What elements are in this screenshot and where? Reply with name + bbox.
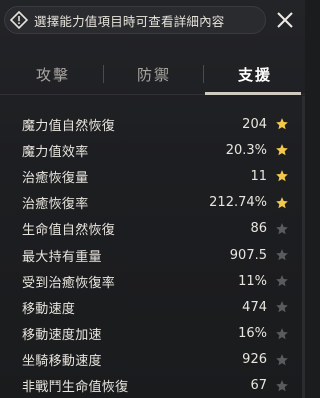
stat-label: 移動速度 [22,301,76,317]
favorite-star-icon[interactable] [274,142,290,158]
tab-bar: 攻擊 防禦 支援 [0,58,305,90]
favorite-star-icon[interactable] [274,378,290,394]
stat-list: 魔力值自然恢復 204 魔力值效率 20.3% 治癒恢復量 11 治癒恢復率 212.74% 生… [0,111,305,398]
stat-row[interactable]: 治癒恢復率 212.74% [0,190,305,216]
stat-row[interactable]: 治癒恢復量 11 [0,163,305,189]
favorite-star-icon[interactable] [274,273,290,289]
stat-label: 移動速度加速 [22,328,102,344]
stat-row[interactable]: 魔力值自然恢復 204 [0,111,305,137]
favorite-star-icon[interactable] [274,116,290,132]
stat-label: 治癒恢復量 [22,170,89,186]
tab-divider [203,65,204,83]
tab-support[interactable]: 支援 [210,58,300,90]
stat-value: 11 [250,168,267,184]
stat-label: 魔力值自然恢復 [22,118,116,134]
stat-value: 474 [242,299,267,315]
stat-label: 受到治癒恢復率 [22,275,116,291]
stat-row[interactable]: 移動速度 474 [0,294,305,320]
stat-row[interactable]: 非戰鬥生命值恢復 67 [0,373,305,398]
favorite-star-icon[interactable] [274,326,290,342]
stat-value: 11% [238,273,267,289]
stat-value: 212.74% [209,195,267,211]
tab-defense[interactable]: 防禦 [118,58,190,90]
stat-label: 坐騎移動速度 [22,354,102,370]
favorite-star-icon[interactable] [274,168,290,184]
stat-label: 魔力值效率 [22,144,89,160]
info-notice: 選擇能力值項目時可查看詳細內容 [4,6,266,34]
stat-value: 16% [238,326,267,342]
close-icon[interactable] [275,10,295,30]
tab-divider [103,65,104,83]
notice-text: 選擇能力值項目時可查看詳細內容 [34,13,225,29]
stat-value: 20.3% [225,142,267,158]
stat-label: 非戰鬥生命值恢復 [22,380,129,396]
warning-icon [8,9,30,31]
scrollbar[interactable] [302,96,305,398]
stat-row[interactable]: 移動速度加速 16% [0,321,305,347]
stat-row[interactable]: 生命值自然恢復 86 [0,216,305,242]
stat-row[interactable]: 魔力值效率 20.3% [0,137,305,163]
stat-label: 治癒恢復率 [22,197,89,213]
stat-row[interactable]: 最大持有重量 907.5 [0,242,305,268]
favorite-star-icon[interactable] [274,247,290,263]
stat-row[interactable]: 受到治癒恢復率 11% [0,268,305,294]
stat-row[interactable]: 坐騎移動速度 926 [0,347,305,373]
stat-value: 86 [250,221,267,237]
stat-value: 67 [250,378,267,394]
close-button[interactable] [274,9,296,31]
stat-value: 926 [242,352,267,368]
active-tab-indicator [205,92,301,95]
stat-value: 907.5 [229,247,267,263]
stat-value: 204 [242,116,267,132]
tab-attack[interactable]: 攻擊 [18,58,88,90]
stats-panel: 選擇能力值項目時可查看詳細內容 攻擊 防禦 支援 魔力值自然恢復 204 魔力值效率… [0,0,305,398]
favorite-star-icon[interactable] [274,195,290,211]
stat-label: 生命值自然恢復 [22,223,116,239]
favorite-star-icon[interactable] [274,221,290,237]
favorite-star-icon[interactable] [274,352,290,368]
favorite-star-icon[interactable] [274,299,290,315]
stat-label: 最大持有重量 [22,249,102,265]
